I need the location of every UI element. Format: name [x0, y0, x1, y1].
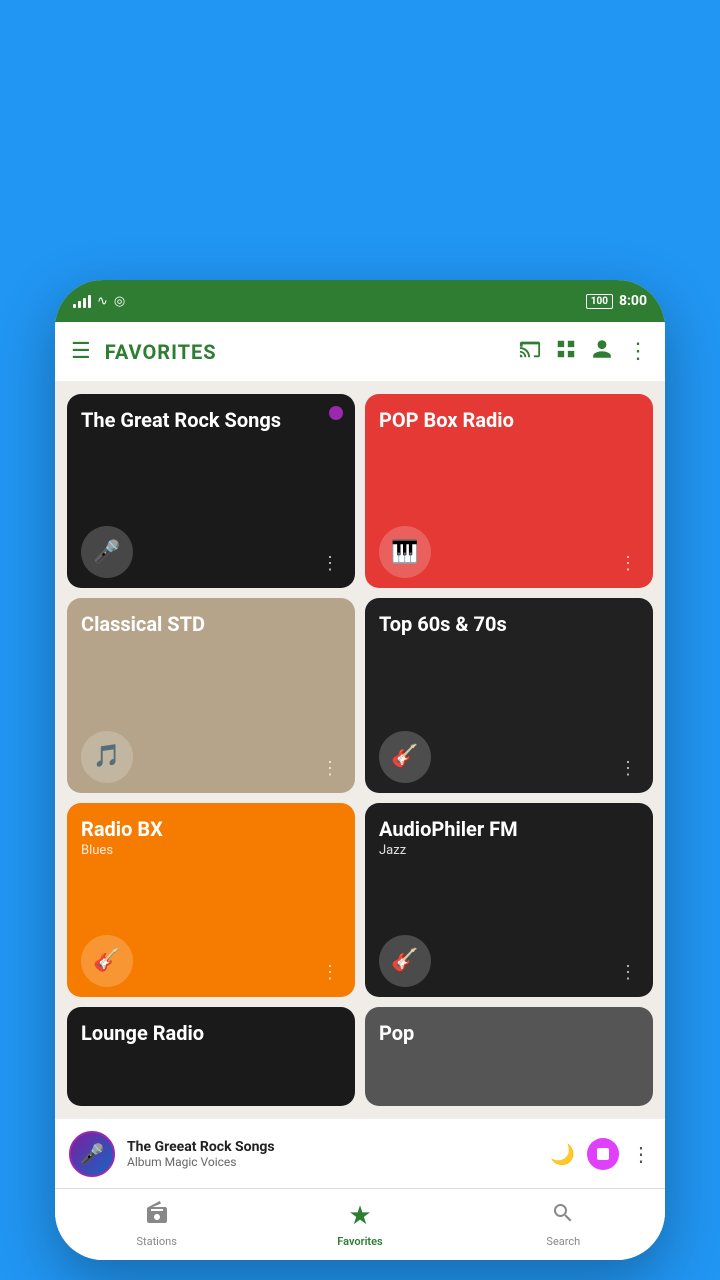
station-title: The Great Rock Songs	[81, 408, 343, 432]
now-playing-subtitle: Album Magic Voices	[127, 1155, 538, 1169]
station-more-icon[interactable]: ⋮	[615, 958, 641, 987]
stop-icon	[597, 1148, 609, 1160]
station-avatar: 🎹	[379, 526, 431, 578]
station-subtitle: Blues	[81, 843, 343, 858]
station-title: Lounge Radio	[81, 1021, 343, 1045]
dnd-icon: ◎	[114, 294, 125, 309]
status-right: 100 8:00	[586, 293, 647, 309]
signal-icon	[73, 294, 91, 308]
now-playing-info: The Greeat Rock Songs Album Magic Voices	[127, 1139, 538, 1169]
cast-icon[interactable]	[519, 338, 541, 366]
stop-button[interactable]	[587, 1138, 619, 1170]
app-bar-title: FAVORITES	[105, 340, 505, 364]
station-card-top60s[interactable]: Top 60s & 70s 🎸 ⋮	[365, 598, 653, 792]
station-title: POP Box Radio	[379, 408, 641, 432]
station-title: Radio BX	[81, 817, 343, 841]
station-card-audiophiler[interactable]: AudioPhiler FM Jazz 🎸 ⋮	[365, 803, 653, 997]
battery-icon: 100	[586, 294, 613, 309]
station-card-radio-bx[interactable]: Radio BX Blues 🎸 ⋮	[67, 803, 355, 997]
bottom-nav: Stations ★ Favorites Search	[55, 1188, 665, 1260]
grid-icon[interactable]	[555, 338, 577, 366]
station-avatar: 🎵	[81, 731, 133, 783]
search-label: Search	[546, 1235, 580, 1248]
station-subtitle: Jazz	[379, 843, 641, 858]
station-title: Pop	[379, 1021, 641, 1045]
now-playing-title: The Greeat Rock Songs	[127, 1139, 538, 1155]
nav-search[interactable]: Search	[462, 1189, 665, 1260]
more-options-icon[interactable]: ⋮	[631, 1142, 651, 1166]
station-more-icon[interactable]: ⋮	[317, 754, 343, 783]
time-display: 8:00	[619, 293, 647, 309]
station-card-great-rock[interactable]: The Great Rock Songs 🎤 ⋮	[67, 394, 355, 588]
stations-grid: The Great Rock Songs 🎤 ⋮ POP Box Radio 🎹…	[55, 382, 665, 1118]
stations-label: Stations	[136, 1235, 176, 1248]
station-avatar: 🎸	[379, 731, 431, 783]
now-playing-bar: 🎤 The Greeat Rock Songs Album Magic Voic…	[55, 1118, 665, 1188]
station-avatar: 🎸	[379, 935, 431, 987]
station-more-icon[interactable]: ⋮	[615, 549, 641, 578]
now-playing-avatar: 🎤	[69, 1131, 115, 1177]
status-bar: ∿ ◎ 100 8:00	[55, 280, 665, 322]
station-title: Top 60s & 70s	[379, 612, 641, 636]
nav-favorites[interactable]: ★ Favorites	[258, 1189, 461, 1260]
account-icon[interactable]	[591, 338, 613, 366]
search-icon	[551, 1201, 575, 1231]
station-more-icon[interactable]: ⋮	[317, 958, 343, 987]
sleep-icon[interactable]: 🌙	[550, 1142, 575, 1166]
now-playing-controls: 🌙 ⋮	[550, 1138, 651, 1170]
app-bar: ☰ FAVORITES ⋮	[55, 322, 665, 382]
wifi-icon: ∿	[97, 294, 108, 309]
favorites-label: Favorites	[337, 1235, 382, 1248]
nav-stations[interactable]: Stations	[55, 1189, 258, 1260]
station-card-pop-box[interactable]: POP Box Radio 🎹 ⋮	[365, 394, 653, 588]
station-avatar: 🎸	[81, 935, 133, 987]
menu-icon[interactable]: ☰	[71, 339, 91, 364]
station-card-classical[interactable]: Classical STD 🎵 ⋮	[67, 598, 355, 792]
station-title: AudioPhiler FM	[379, 817, 641, 841]
station-title: Classical STD	[81, 612, 343, 636]
station-avatar: 🎤	[81, 526, 133, 578]
favorites-icon: ★	[348, 1201, 371, 1231]
station-card-pop[interactable]: Pop	[365, 1007, 653, 1106]
more-icon[interactable]: ⋮	[627, 339, 649, 364]
station-more-icon[interactable]: ⋮	[317, 549, 343, 578]
stations-icon	[145, 1201, 169, 1231]
station-card-lounge[interactable]: Lounge Radio	[67, 1007, 355, 1106]
station-more-icon[interactable]: ⋮	[615, 754, 641, 783]
status-left: ∿ ◎	[73, 294, 125, 309]
phone-shell: ∿ ◎ 100 8:00 ☰ FAVORITES ⋮ The Great Roc…	[55, 280, 665, 1260]
